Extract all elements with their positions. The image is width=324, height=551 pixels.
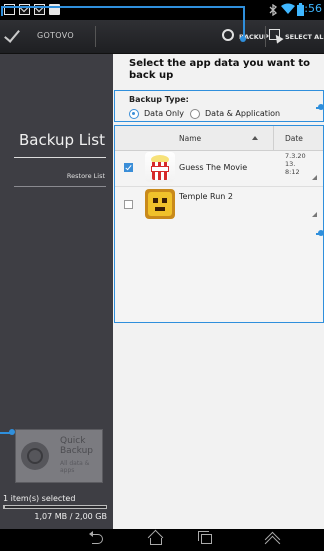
checkbox[interactable] <box>124 200 133 209</box>
action-bar: GOTOVO BACKUP SELECT ALL <box>0 20 324 54</box>
left-panel: Backup List Restore List Quick Backup Al… <box>0 54 113 529</box>
tab-backup-list[interactable]: Backup List <box>19 131 105 149</box>
back-button[interactable] <box>84 531 114 546</box>
tab-underline <box>14 157 106 158</box>
backup-type-group: Backup Type: Data Only Data & Applicatio… <box>114 90 324 122</box>
tab-underline <box>14 186 106 187</box>
list-item[interactable]: Guess The Movie 7.3.20 13. 8:12 <box>115 151 323 187</box>
quick-backup-title: Quick Backup <box>60 436 93 456</box>
sort-ascending-icon[interactable] <box>252 136 258 140</box>
radio-data-only[interactable] <box>129 109 139 119</box>
popcorn-icon <box>145 152 175 182</box>
app-list: Name Date Guess The Movie 7.3.20 13. 8:1… <box>114 125 324 323</box>
storage-progress-bar <box>3 505 107 509</box>
navigation-bar <box>0 529 324 551</box>
quick-backup-subtitle: All data & apps <box>60 460 90 474</box>
divider <box>95 26 96 47</box>
backup-icon <box>21 442 49 470</box>
row-separator <box>115 186 323 187</box>
expand-indicator-icon <box>312 212 317 217</box>
select-all-button[interactable]: SELECT ALL <box>267 20 324 53</box>
menu-button[interactable] <box>258 531 288 551</box>
radio-label[interactable]: Data Only <box>144 109 184 118</box>
column-header-date[interactable]: Date <box>285 134 303 143</box>
radio-data-and-application[interactable] <box>190 109 200 119</box>
selection-count: 1 item(s) selected <box>3 494 76 503</box>
select-all-label: SELECT ALL <box>285 33 324 41</box>
checkbox[interactable] <box>124 163 133 172</box>
callout-line <box>1 6 244 8</box>
callout-line <box>1 6 3 16</box>
app-name: Temple Run 2 <box>179 192 233 201</box>
radio-label[interactable]: Data & Application <box>205 109 280 118</box>
storage-usage: 1,07 MB / 2,00 GB <box>34 512 107 521</box>
column-header-name[interactable]: Name <box>179 134 201 143</box>
backup-type-label: Backup Type: <box>129 95 189 104</box>
temple-run-icon <box>145 189 175 219</box>
expand-indicator-icon <box>312 175 317 180</box>
instruction-text: Select the app data you want to back up <box>129 58 311 81</box>
backup-icon <box>222 29 234 41</box>
clock: 9:56 <box>297 2 322 15</box>
done-label: GOTOVO <box>37 31 74 40</box>
divider <box>265 26 266 47</box>
home-button[interactable] <box>143 529 173 546</box>
tab-restore-list[interactable]: Restore List <box>67 172 105 180</box>
callout-dot <box>318 230 324 236</box>
list-item[interactable]: Temple Run 2 <box>115 188 323 224</box>
recent-apps-button[interactable] <box>191 531 221 546</box>
wifi-icon <box>281 3 295 14</box>
app-date: 7.3.20 13. 8:12 <box>285 152 306 176</box>
main-panel: Select the app data you want to back up … <box>113 54 324 529</box>
list-header: Name Date <box>115 126 323 151</box>
app-name: Guess The Movie <box>179 163 248 172</box>
column-divider <box>273 126 274 150</box>
callout-dot <box>9 429 15 435</box>
done-button[interactable]: GOTOVO <box>0 20 80 53</box>
checkmark-icon <box>4 26 20 43</box>
storage-progress-fill <box>4 506 6 508</box>
bluetooth-icon <box>269 4 278 16</box>
callout-dot <box>318 104 324 110</box>
callout-dot <box>240 36 246 42</box>
status-bar: 9:56 <box>0 0 324 20</box>
quick-backup-button[interactable]: Quick Backup All data & apps <box>15 429 103 483</box>
